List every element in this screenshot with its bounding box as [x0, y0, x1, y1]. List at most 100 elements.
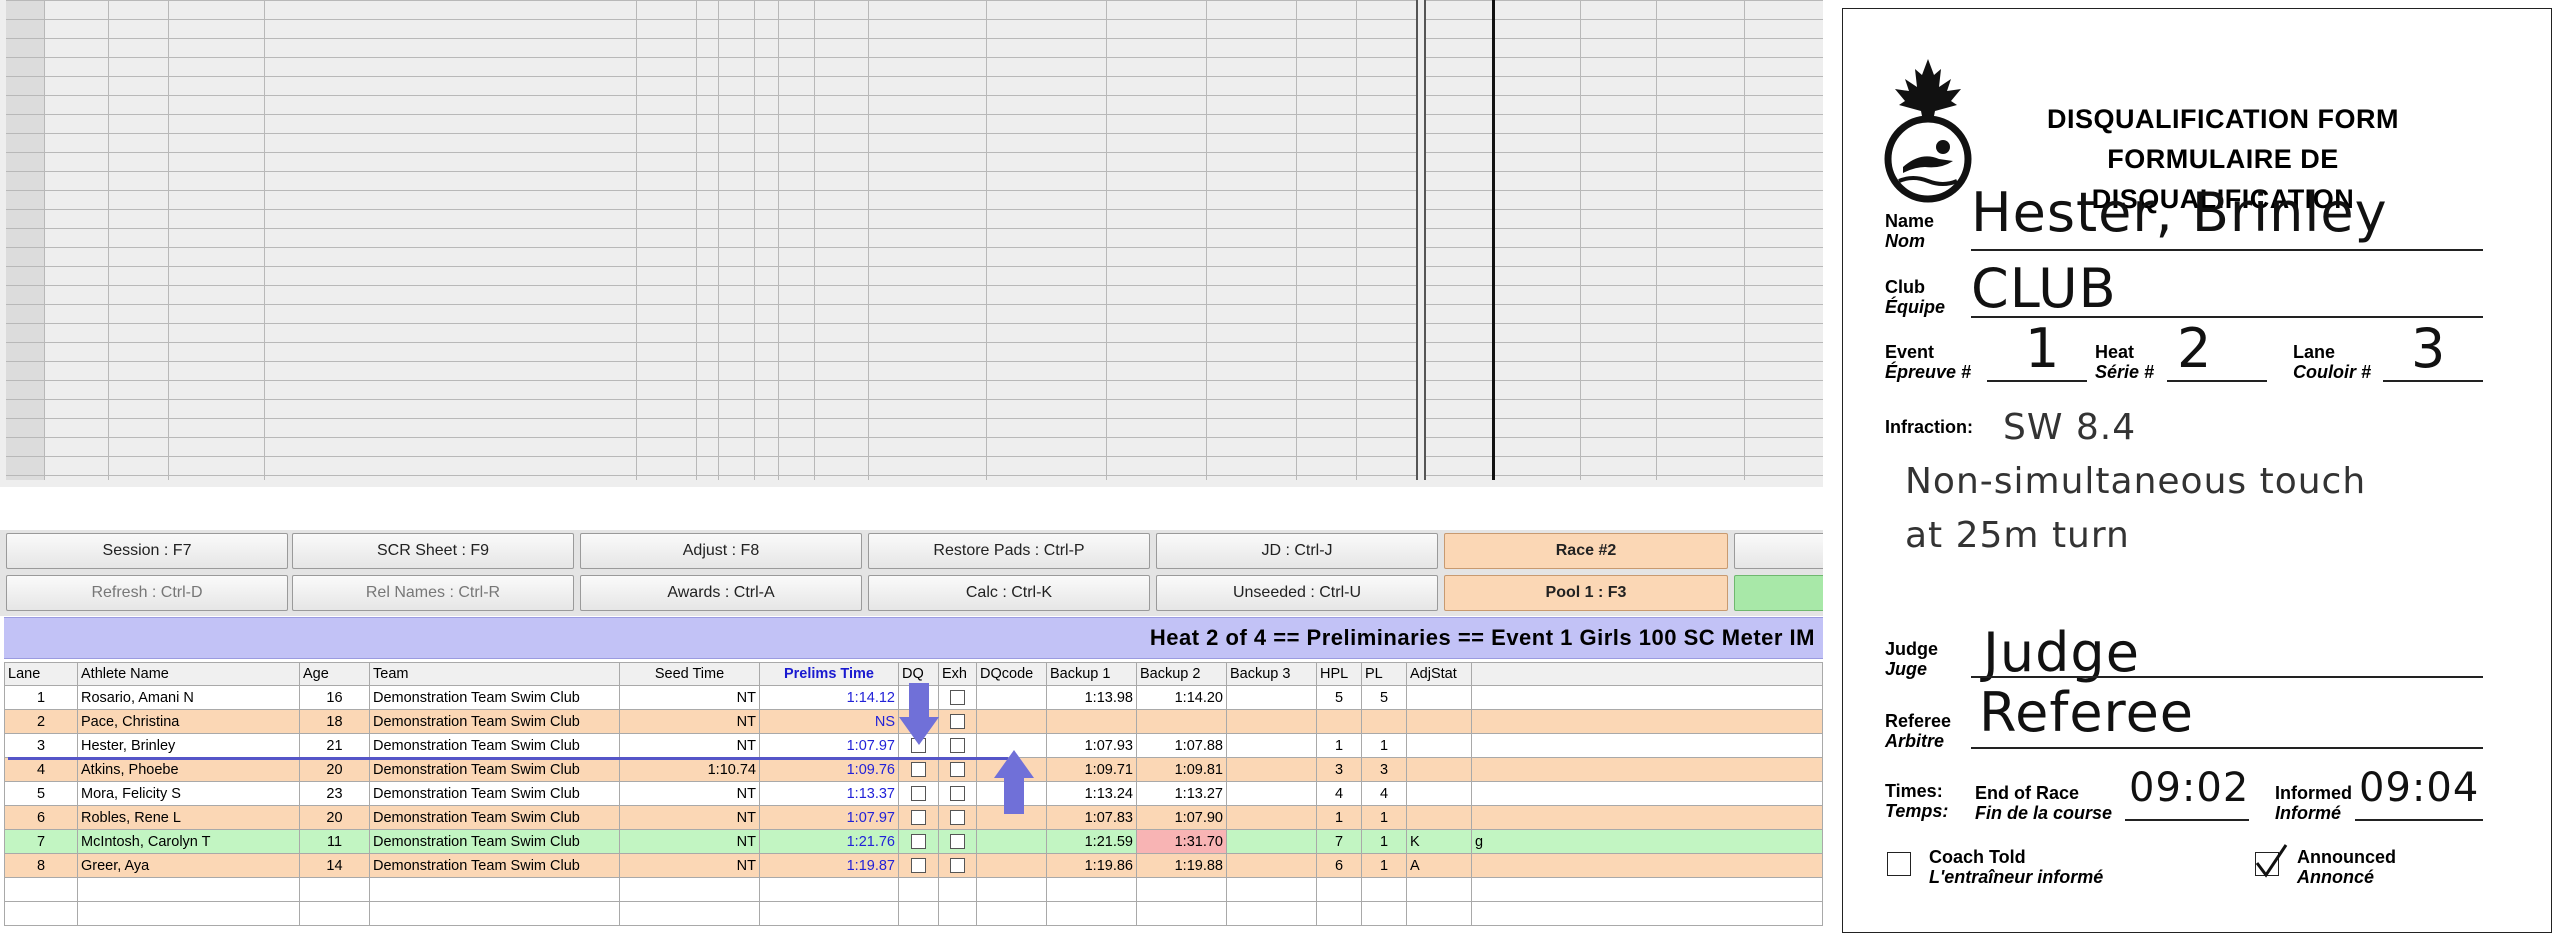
col-backup-2[interactable]: Backup 2: [1136, 662, 1227, 686]
session-button[interactable]: Session : F7: [6, 533, 288, 569]
empty-cell[interactable]: [77, 901, 300, 926]
hpl-cell[interactable]: 3: [1316, 757, 1362, 782]
extra-cell[interactable]: [1471, 853, 1823, 878]
dq-checkbox[interactable]: [911, 786, 926, 802]
seed-cell[interactable]: NT: [619, 853, 760, 878]
dqcode-cell[interactable]: [976, 853, 1047, 878]
seed-cell[interactable]: NT: [619, 685, 760, 710]
col-team[interactable]: Team: [369, 662, 620, 686]
extra-cell[interactable]: [1471, 805, 1823, 830]
empty-cell[interactable]: [898, 901, 939, 926]
table-row[interactable]: 6 Robles, Rene L 20 Demonstration Team Swim…: [4, 805, 1823, 830]
seed-cell[interactable]: NT: [619, 829, 760, 854]
hpl-cell[interactable]: 6: [1316, 853, 1362, 878]
empty-table-row[interactable]: [4, 877, 1823, 902]
b2-cell[interactable]: 1:13.27: [1136, 781, 1227, 806]
announced-checkbox[interactable]: [2255, 844, 2288, 878]
pl-cell[interactable]: 1: [1361, 829, 1407, 854]
col-adjstat[interactable]: AdjStat: [1406, 662, 1472, 686]
prelims-cell[interactable]: 1:09.76: [759, 757, 899, 782]
b2-cell[interactable]: 1:07.90: [1136, 805, 1227, 830]
name-cell[interactable]: McIntosh, Carolyn T: [77, 829, 300, 854]
b1-cell[interactable]: 1:07.93: [1046, 733, 1137, 758]
dq-checkbox-cell[interactable]: [898, 781, 939, 806]
empty-cell[interactable]: [1406, 877, 1472, 902]
team-cell[interactable]: Demonstration Team Swim Club: [369, 853, 620, 878]
empty-cell[interactable]: [77, 877, 300, 902]
dq-checkbox-cell[interactable]: [898, 757, 939, 782]
adj-cell[interactable]: [1406, 685, 1472, 710]
hpl-cell[interactable]: 7: [1316, 829, 1362, 854]
pl-cell[interactable]: 1: [1361, 853, 1407, 878]
team-cell[interactable]: Demonstration Team Swim Club: [369, 757, 620, 782]
b2-cell[interactable]: 1:09.81: [1136, 757, 1227, 782]
col-prelims-time[interactable]: Prelims Time: [759, 662, 899, 686]
adj-cell[interactable]: [1406, 781, 1472, 806]
dqcode-cell[interactable]: [976, 709, 1047, 734]
age-cell[interactable]: 21: [299, 733, 370, 758]
empty-table-row[interactable]: [4, 901, 1823, 926]
b1-cell[interactable]: 1:09.71: [1046, 757, 1137, 782]
lane-cell[interactable]: 3: [4, 733, 78, 758]
lane-cell[interactable]: 5: [4, 781, 78, 806]
b2-cell[interactable]: 1:14.20: [1136, 685, 1227, 710]
b2-cell[interactable]: 1:31.70: [1136, 829, 1227, 854]
seed-cell[interactable]: NT: [619, 709, 760, 734]
empty-cell[interactable]: [1046, 877, 1137, 902]
b3-cell[interactable]: [1226, 733, 1317, 758]
b3-cell[interactable]: [1226, 781, 1317, 806]
exh-checkbox[interactable]: [950, 834, 965, 850]
table-row[interactable]: 5 Mora, Felicity S 23 Demonstration Team Sw…: [4, 781, 1823, 806]
exh-checkbox-cell[interactable]: [938, 709, 977, 734]
empty-cell[interactable]: [1406, 901, 1472, 926]
extra-cell[interactable]: [1471, 733, 1823, 758]
b1-cell[interactable]: 1:21.59: [1046, 829, 1137, 854]
col-athlete-name[interactable]: Athlete Name: [77, 662, 300, 686]
pool-button[interactable]: Pool 1 : F3: [1444, 575, 1728, 611]
b2-cell[interactable]: [1136, 709, 1227, 734]
name-cell[interactable]: Pace, Christina: [77, 709, 300, 734]
col-lane[interactable]: Lane: [4, 662, 78, 686]
dq-checkbox-cell[interactable]: [898, 853, 939, 878]
exh-checkbox-cell[interactable]: [938, 757, 977, 782]
hpl-cell[interactable]: [1316, 709, 1362, 734]
age-cell[interactable]: 18: [299, 709, 370, 734]
pl-cell[interactable]: 4: [1361, 781, 1407, 806]
refresh-button[interactable]: Refresh : Ctrl-D: [6, 575, 288, 611]
team-cell[interactable]: Demonstration Team Swim Club: [369, 829, 620, 854]
extra-cell[interactable]: [1471, 781, 1823, 806]
name-cell[interactable]: Robles, Rene L: [77, 805, 300, 830]
dq-checkbox[interactable]: [911, 834, 926, 850]
exh-checkbox[interactable]: [950, 690, 965, 706]
prelims-cell[interactable]: 1:07.97: [759, 805, 899, 830]
dq-checkbox[interactable]: [911, 762, 926, 778]
prelims-cell[interactable]: 1:19.87: [759, 853, 899, 878]
extra-cell[interactable]: [1471, 685, 1823, 710]
age-cell[interactable]: 23: [299, 781, 370, 806]
b3-cell[interactable]: [1226, 757, 1317, 782]
empty-cell[interactable]: [1471, 877, 1823, 902]
age-cell[interactable]: 16: [299, 685, 370, 710]
exh-checkbox[interactable]: [950, 714, 965, 730]
empty-cell[interactable]: [1361, 877, 1407, 902]
dq-checkbox-cell[interactable]: [898, 829, 939, 854]
pl-cell[interactable]: 1: [1361, 805, 1407, 830]
empty-cell[interactable]: [976, 877, 1047, 902]
adj-cell[interactable]: [1406, 757, 1472, 782]
name-cell[interactable]: Atkins, Phoebe: [77, 757, 300, 782]
exh-checkbox-cell[interactable]: [938, 781, 977, 806]
exh-checkbox-cell[interactable]: [938, 829, 977, 854]
dq-checkbox-cell[interactable]: [898, 805, 939, 830]
empty-cell[interactable]: [619, 901, 760, 926]
extra-cell[interactable]: g: [1471, 829, 1823, 854]
adj-cell[interactable]: [1406, 709, 1472, 734]
exh-checkbox[interactable]: [950, 738, 965, 754]
prelims-cell[interactable]: 1:14.12: [759, 685, 899, 710]
seed-cell[interactable]: NT: [619, 805, 760, 830]
col-seed-time[interactable]: Seed Time: [619, 662, 760, 686]
adjust-button[interactable]: Adjust : F8: [580, 533, 862, 569]
prelims-cell[interactable]: 1:13.37: [759, 781, 899, 806]
col-exh[interactable]: Exh: [938, 662, 977, 686]
col-age[interactable]: Age: [299, 662, 370, 686]
prelims-cell[interactable]: 1:21.76: [759, 829, 899, 854]
